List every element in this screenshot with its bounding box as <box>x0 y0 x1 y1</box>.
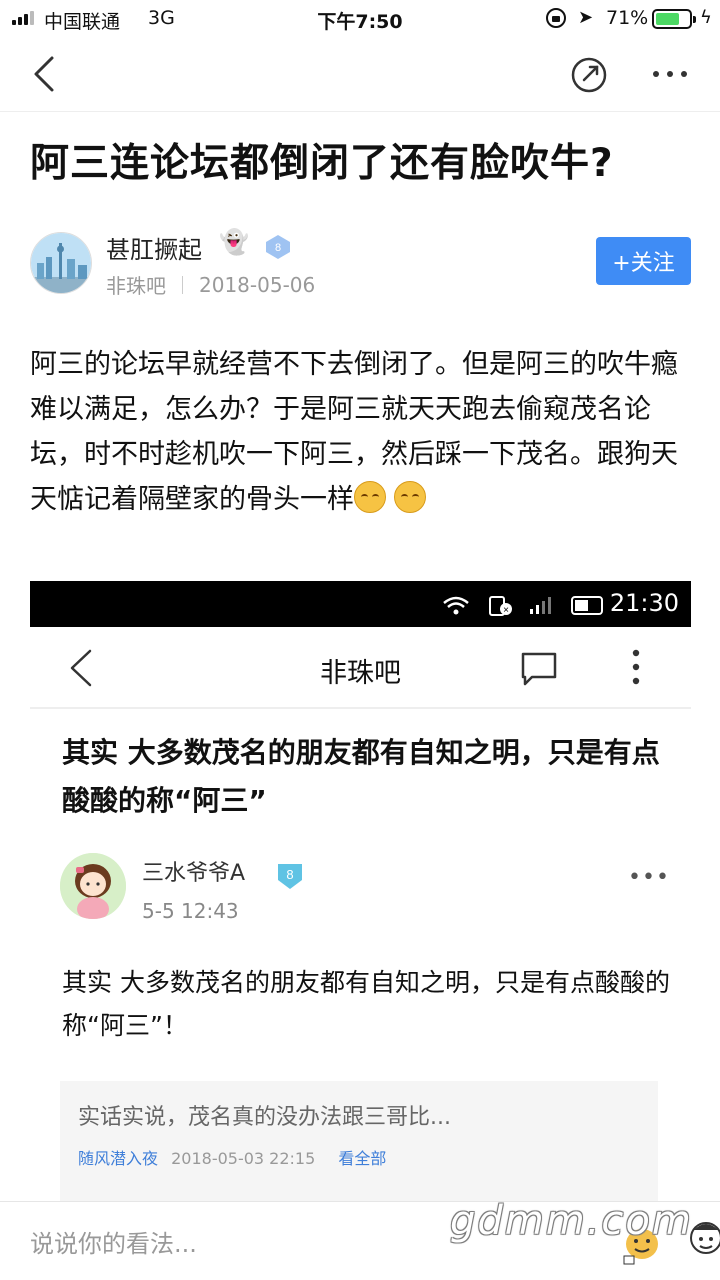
level-badge-icon: 8 <box>266 235 290 259</box>
post-date: 2018-05-06 <box>199 272 316 297</box>
author-name[interactable]: 甚肛撅起 <box>106 230 202 265</box>
charging-bolt-icon: ϟ <box>700 7 712 28</box>
embedded-content: 其实 大多数茂名的朋友都有自知之明，只是有点酸酸的称“阿三”！ <box>62 968 670 1040</box>
comment-input[interactable]: 说说你的看法... <box>30 1224 197 1259</box>
embedded-user-avatar <box>60 853 126 919</box>
embedded-status-time: 21:30 <box>609 589 679 617</box>
embedded-dots-icon: ••• <box>628 865 670 890</box>
svg-text:8: 8 <box>286 867 293 882</box>
quote-text: 实话实说，茂名真的没办法跟三哥比... <box>78 1105 451 1130</box>
embedded-quote-box: 实话实说，茂名真的没办法跟三哥比... 随风潜入夜 2018-05-03 22:… <box>60 1081 658 1201</box>
embedded-status-icons: × <box>443 596 603 616</box>
grin-emoji-icon <box>354 481 386 513</box>
post-title: 阿三连论坛都倒闭了还有脸吹牛? <box>30 141 614 186</box>
rotation-lock-icon <box>546 8 566 28</box>
author-meta: 非珠吧 2018-05-06 <box>106 270 315 299</box>
embedded-level-badge-icon: 8 <box>278 864 302 889</box>
embedded-comment-icon <box>521 652 557 686</box>
quote-meta: 随风潜入夜 2018-05-03 22:15 看全部 <box>78 1145 386 1169</box>
post-body-text: 阿三的论坛早就经营不下去倒闭了。但是阿三的吹牛瘾难以满足，怎么办？于是阿三就天天… <box>30 349 678 515</box>
embedded-thread-title: 其实 大多数茂名的朋友都有自知之明，只是有点酸酸的称“阿三” <box>62 736 660 817</box>
status-bar: 中国联通 3G 下午7:50 ➤ 71% ϟ <box>0 0 720 38</box>
quote-time: 2018-05-03 22:15 <box>171 1149 316 1168</box>
svg-text:×: × <box>503 605 509 616</box>
follow-button[interactable]: +关注 <box>596 237 691 285</box>
battery-percent: 71% <box>606 7 649 29</box>
quote-view-all: 看全部 <box>338 1149 387 1168</box>
watermark: gdmm.com <box>450 1198 693 1244</box>
quote-user: 随风潜入夜 <box>78 1149 159 1168</box>
embedded-status-bar: × 21:30 <box>30 581 691 627</box>
grin-emoji-icon <box>394 481 426 513</box>
embedded-user-name: 三水爷爷A <box>142 861 246 886</box>
embedded-nav-bar: 非珠吧 <box>30 627 691 709</box>
ghost-emoji-icon: 👻 <box>219 228 249 256</box>
embedded-nav-title: 非珠吧 <box>320 658 401 689</box>
top-nav-bar <box>0 38 720 112</box>
svg-text:8: 8 <box>275 242 281 254</box>
embedded-post-time: 5-5 12:43 <box>142 899 239 923</box>
share-icon[interactable] <box>570 56 608 94</box>
embedded-screenshot: × 21:30 非珠吧 其实 大多数茂名的朋友都有自知之明，只是有点酸酸的称“阿… <box>30 581 691 1201</box>
location-arrow-icon: ➤ <box>578 7 594 28</box>
back-arrow-icon[interactable] <box>24 52 68 96</box>
forum-name[interactable]: 非珠吧 <box>106 270 166 299</box>
embedded-more-icon <box>632 649 640 685</box>
battery-fill <box>656 13 679 25</box>
author-avatar[interactable] <box>30 232 92 294</box>
more-options-icon[interactable] <box>648 54 692 94</box>
post-body: 阿三的论坛早就经营不下去倒闭了。但是阿三的吹牛瘾难以满足，怎么办？于是阿三就天天… <box>30 342 694 522</box>
meta-divider <box>182 275 183 294</box>
battery-icon <box>652 9 696 29</box>
